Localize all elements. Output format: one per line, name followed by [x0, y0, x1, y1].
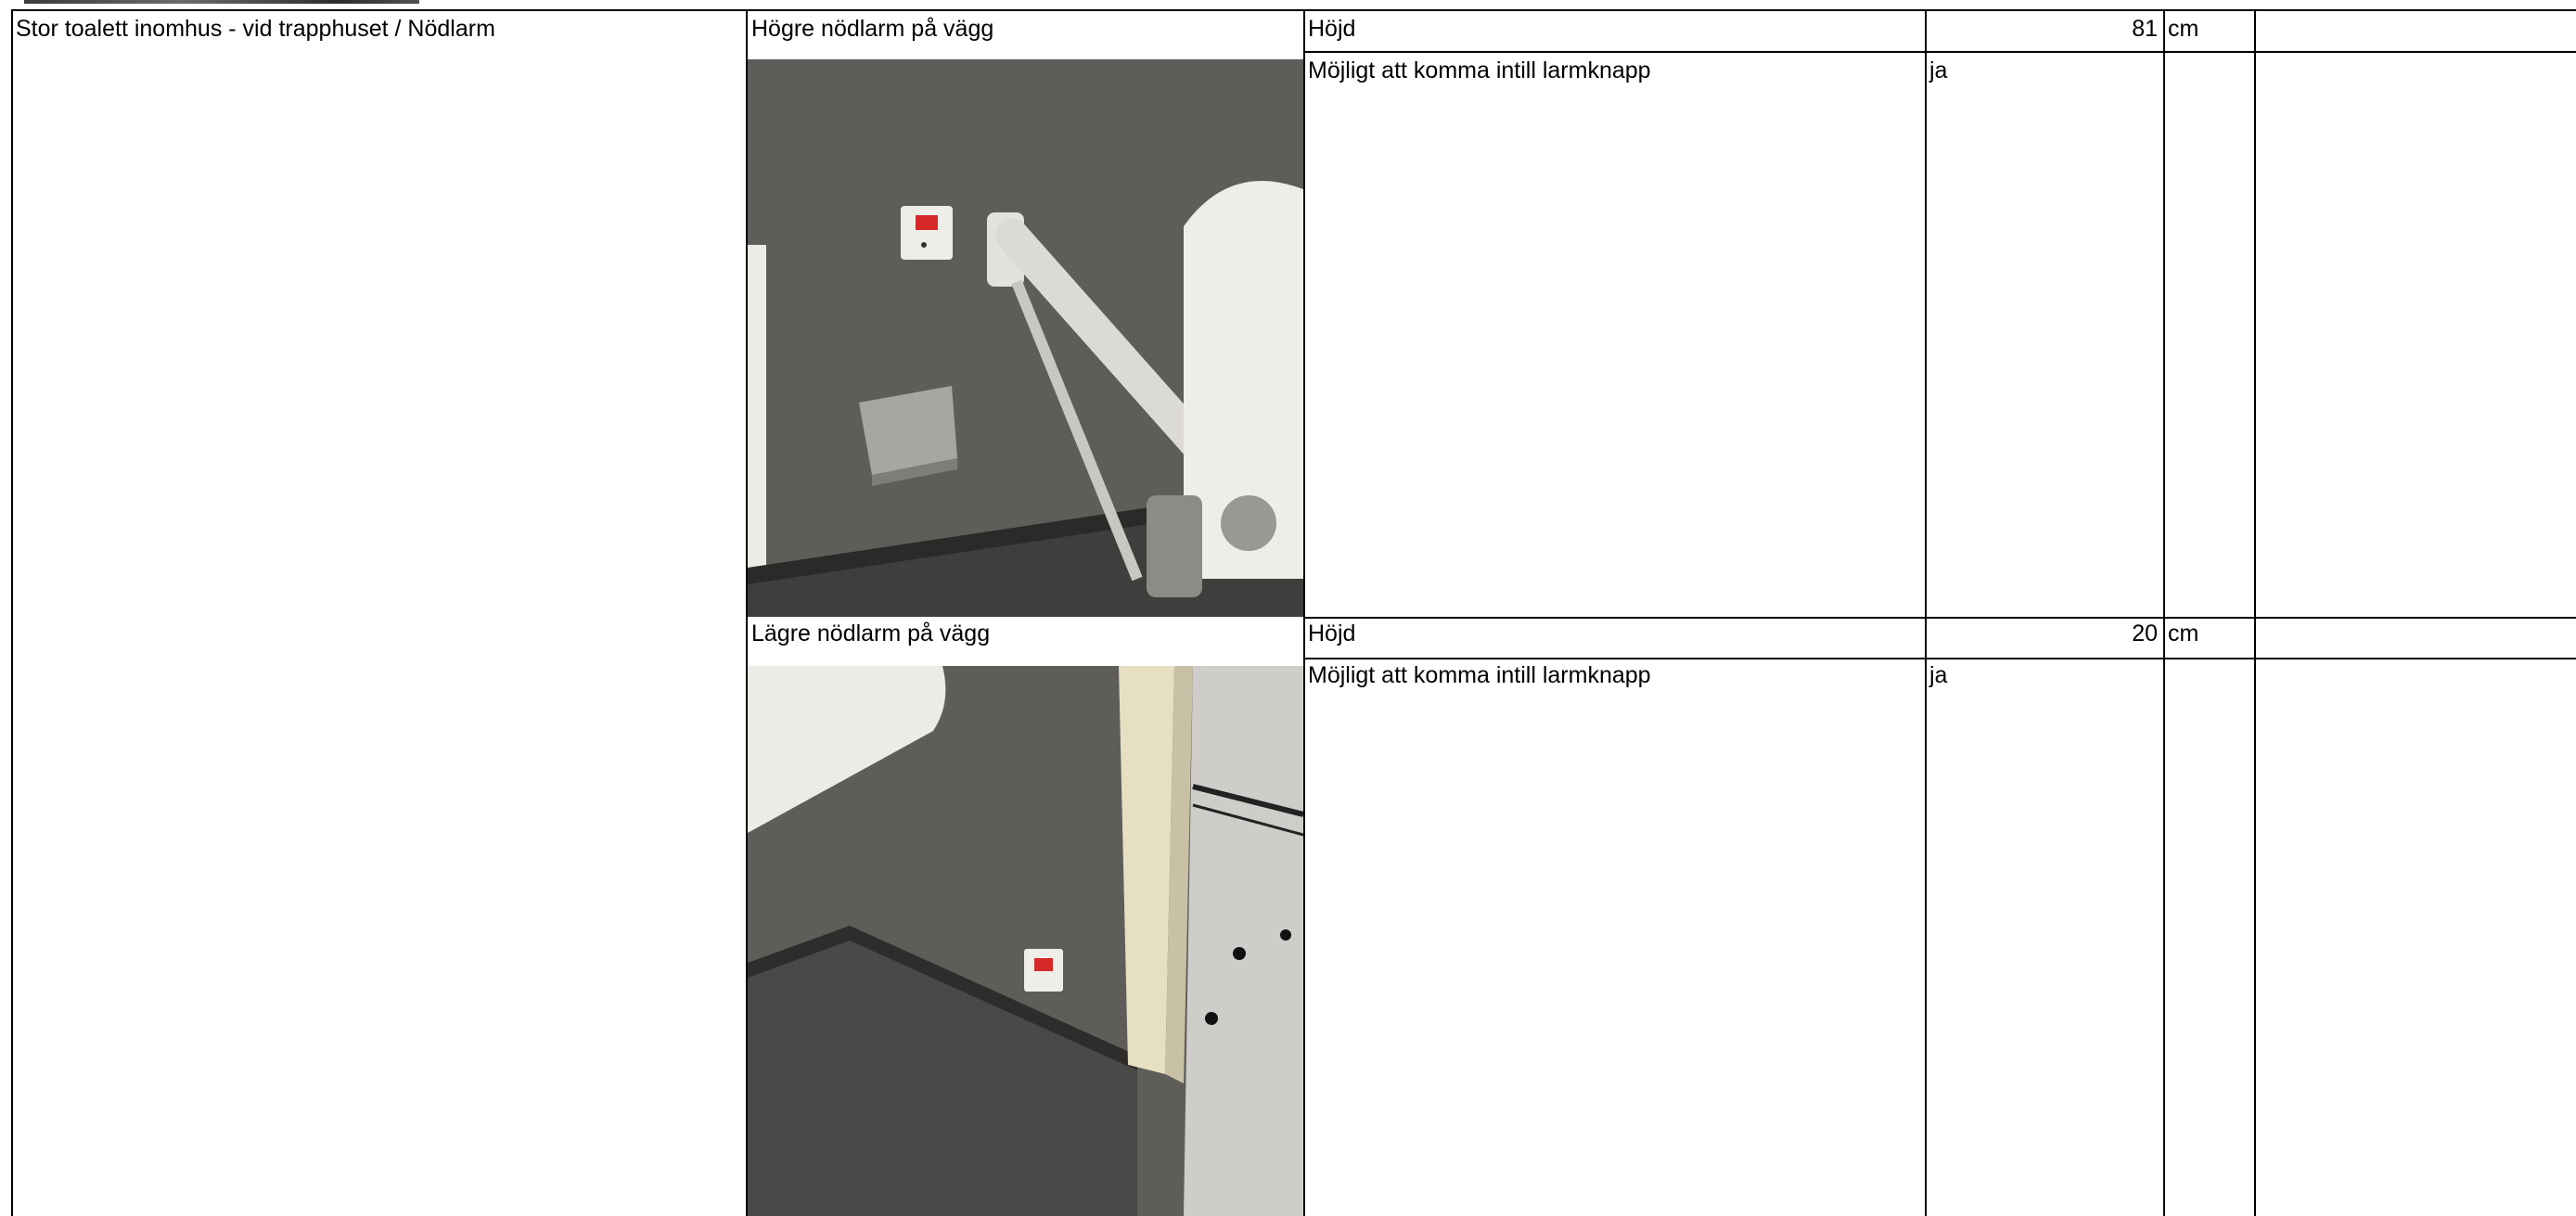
measurement-unit: cm: [2168, 16, 2199, 42]
measurement-value: 81: [2132, 16, 2158, 42]
item-photo-high-alarm: [748, 59, 1303, 617]
column-divider: [1925, 9, 1927, 1216]
item-name: Högre nödlarm på vägg: [751, 16, 994, 42]
column-divider: [1303, 9, 1305, 1216]
measurement-label: Möjligt att komma intill larmknapp: [1308, 58, 1651, 83]
table-left-border: [11, 9, 13, 1216]
measurement-label: Höjd: [1308, 16, 1356, 42]
measurement-value: ja: [1929, 58, 1948, 83]
measurement-unit: cm: [2168, 621, 2199, 646]
measurement-value: 20: [2132, 621, 2158, 646]
column-divider: [2163, 9, 2165, 1216]
row-divider: [1304, 658, 2576, 659]
item-photo-low-alarm: [748, 666, 1303, 1216]
item-name: Lägre nödlarm på vägg: [751, 621, 991, 646]
table-top-border: [11, 9, 2576, 11]
column-divider: [2254, 9, 2256, 1216]
measurement-label: Möjligt att komma intill larmknapp: [1308, 662, 1651, 688]
measurement-value: ja: [1929, 662, 1948, 688]
section-title: Stor toalett inomhus - vid trapphuset / …: [16, 16, 495, 42]
measurement-label: Höjd: [1308, 621, 1356, 646]
row-divider: [1304, 617, 2576, 619]
row-divider: [1304, 51, 2576, 53]
